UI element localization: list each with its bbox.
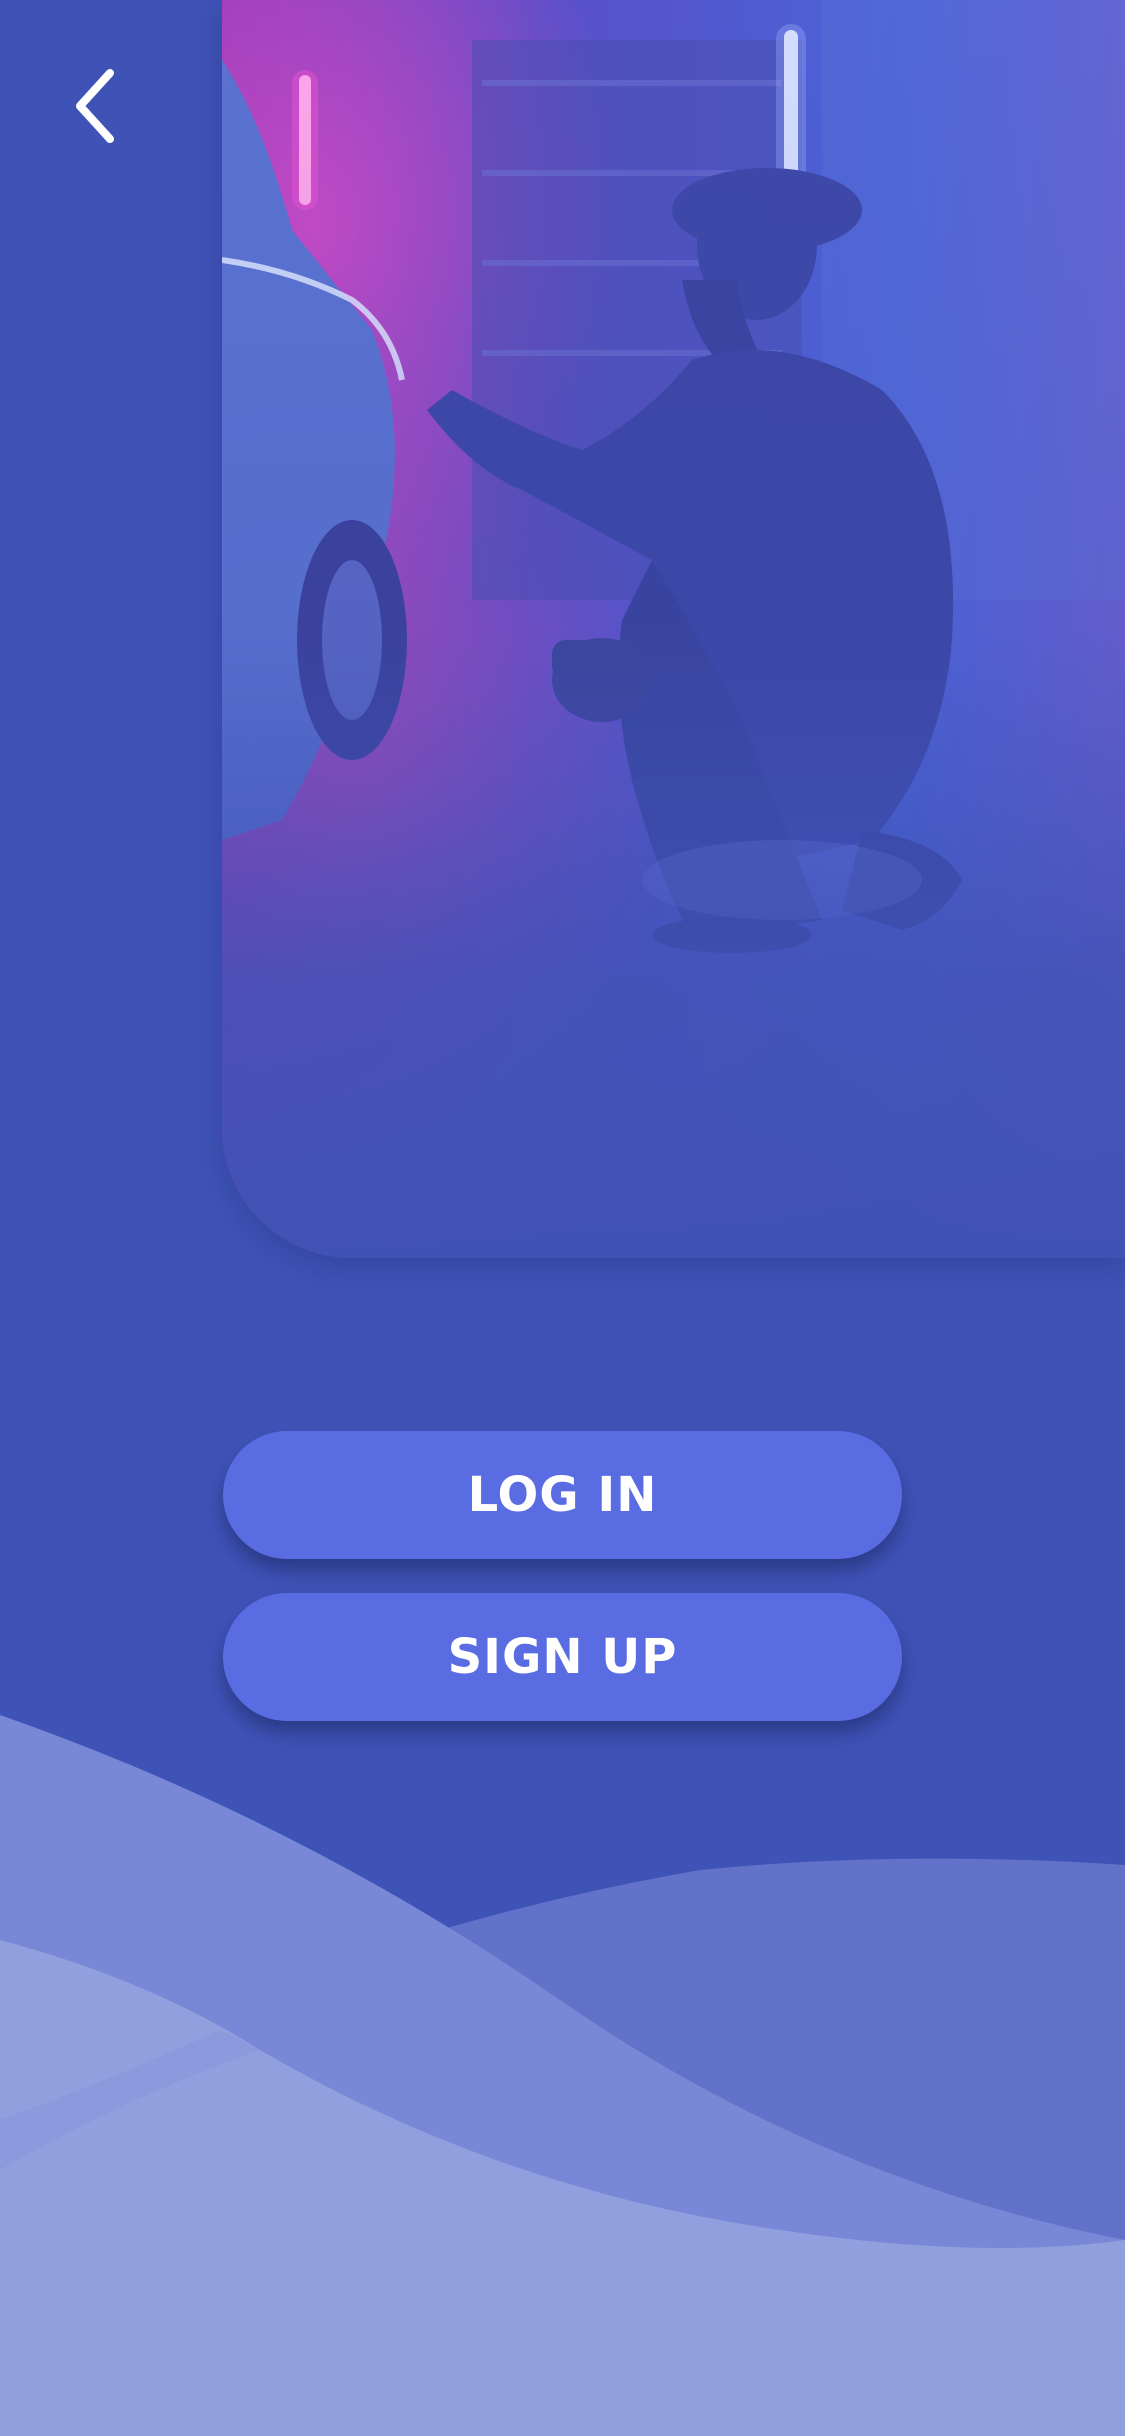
garage-mechanic-illustration <box>222 0 1125 1258</box>
wave-shapes <box>0 1715 1125 2436</box>
chevron-left-icon <box>76 69 114 143</box>
hero-image <box>222 0 1125 1258</box>
back-button[interactable] <box>56 56 136 156</box>
decorative-waves <box>0 1700 1125 2436</box>
signup-button-label: SIGN UP <box>447 1629 678 1685</box>
login-button[interactable]: LOG IN <box>223 1431 902 1559</box>
auth-screen: LOG IN SIGN UP <box>0 0 1125 2436</box>
login-button-label: LOG IN <box>467 1467 658 1523</box>
